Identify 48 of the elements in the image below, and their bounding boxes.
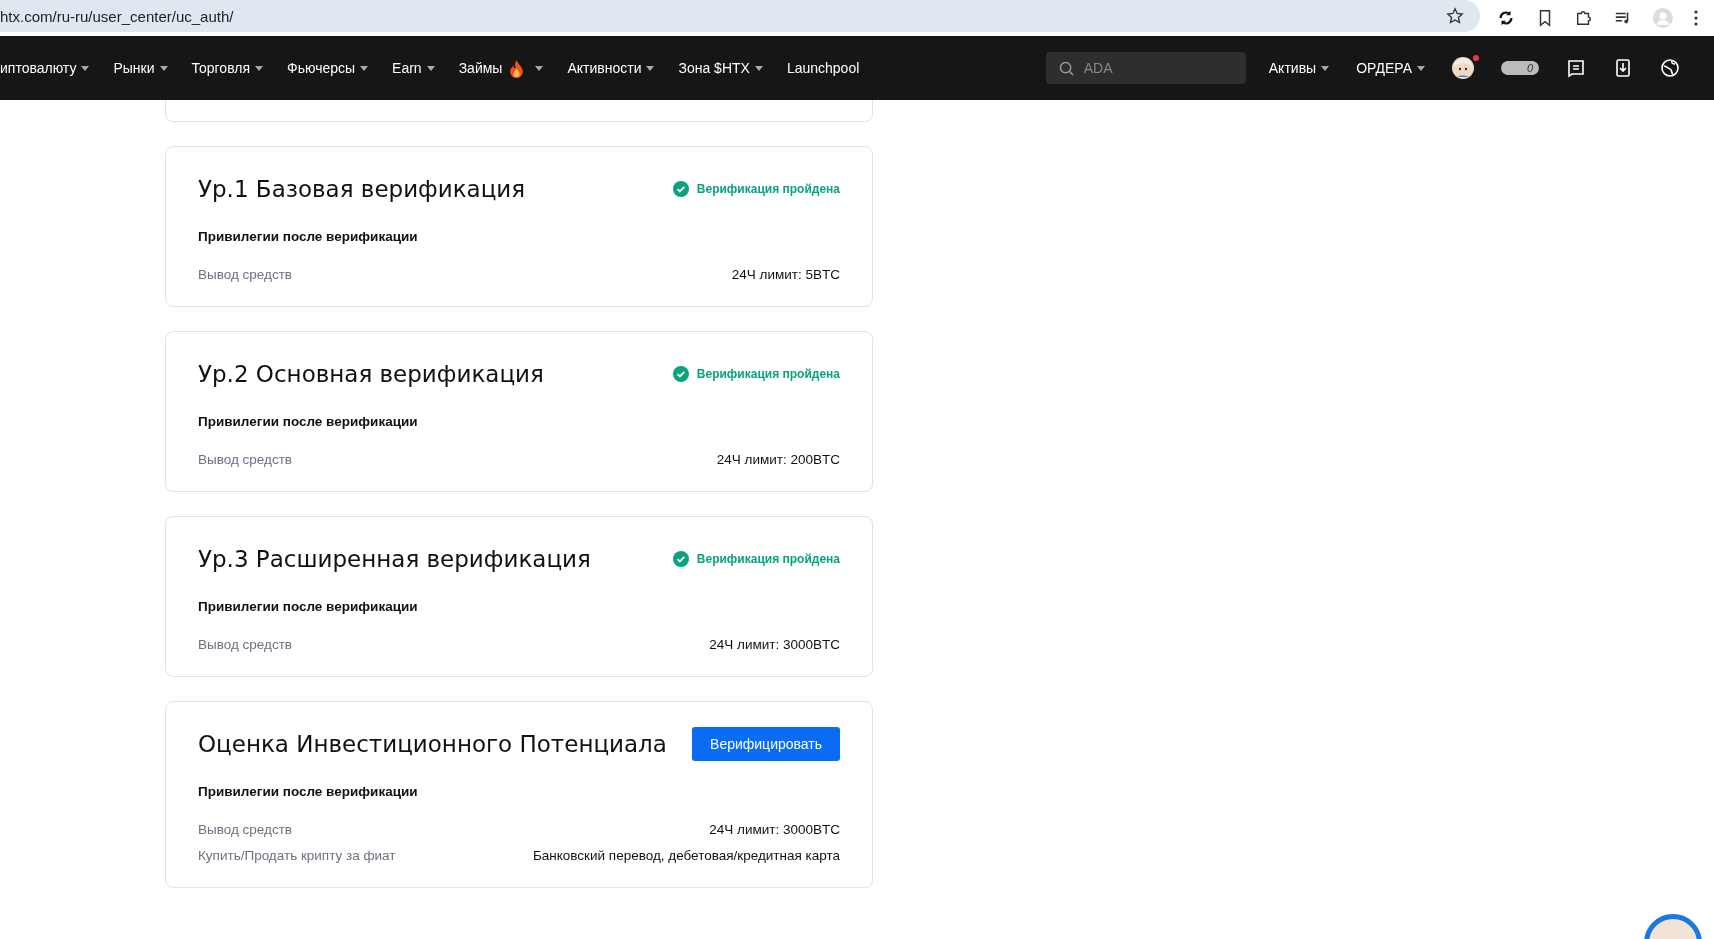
nav-menu-item[interactable]: Займы bbox=[458, 58, 544, 78]
privilege-label: Купить/Продать крипту за фиат bbox=[198, 848, 396, 863]
avatar-icon[interactable] bbox=[1452, 57, 1474, 79]
toggle-switch[interactable]: 0 bbox=[1501, 61, 1539, 75]
more-icon[interactable] bbox=[1693, 10, 1698, 26]
verification-status: Верификация пройдена bbox=[696, 552, 840, 566]
url-text: htx.com/ru-ru/user_center/uc_auth/ bbox=[0, 7, 234, 25]
card-title: Ур.1 Базовая верификация bbox=[198, 176, 526, 202]
privilege-label: Вывод средств bbox=[198, 452, 293, 467]
puzzle-icon[interactable] bbox=[1574, 9, 1593, 27]
card-title: Оценка Инвестиционного Потенциала bbox=[198, 731, 667, 757]
privileges-heading: Привилегии после верификации bbox=[198, 229, 419, 244]
nav-menu-item[interactable]: Зона $HTX bbox=[678, 60, 763, 76]
check-circle-icon bbox=[672, 366, 689, 382]
message-icon[interactable] bbox=[1566, 58, 1586, 78]
privilege-value: Банковский перевод, дебетовая/кредитная карта bbox=[532, 848, 840, 863]
address-bar[interactable]: htx.com/ru-ru/user_center/uc_auth/ bbox=[0, 0, 1480, 32]
verify-button[interactable]: Верифицировать bbox=[692, 727, 840, 761]
privilege-label: Вывод средств bbox=[198, 267, 293, 282]
check-circle-icon bbox=[672, 181, 689, 197]
card-title: Ур.2 Основная верификация bbox=[198, 361, 544, 387]
verification-status: Верификация пройдена bbox=[696, 367, 840, 381]
privileges-heading: Привилегии после верификации bbox=[198, 414, 419, 429]
verification-status: Верификация пройдена bbox=[696, 182, 840, 196]
check-circle-icon bbox=[672, 551, 689, 567]
nav-menu-item[interactable]: Фьючерсы bbox=[287, 60, 369, 76]
privilege-value: 24Ч лимит: 200BTC bbox=[716, 452, 840, 467]
privilege-value: 24Ч лимит: 5BTC bbox=[731, 267, 840, 282]
privileges-heading: Привилегии после верификации bbox=[198, 599, 419, 614]
privilege-label: Вывод средств bbox=[198, 822, 293, 837]
privileges-heading: Привилегии после верификации bbox=[198, 784, 419, 799]
search-icon bbox=[1058, 61, 1074, 76]
search-field[interactable]: ADA bbox=[1045, 52, 1246, 84]
nav-menu-item[interactable]: Торговля bbox=[191, 60, 263, 76]
card-title: Ур.3 Расширенная верификация bbox=[198, 546, 591, 572]
nav-menu-item[interactable]: Активности bbox=[567, 60, 655, 76]
nav-menu-item[interactable]: иптовалюту bbox=[0, 60, 90, 76]
nav-menu-item[interactable]: ОРДЕРА bbox=[1356, 60, 1425, 76]
privilege-value: 24Ч лимит: 3000BTC bbox=[709, 637, 840, 652]
nav-menu-item[interactable]: Рынки bbox=[113, 60, 168, 76]
privilege-label: Вывод средств bbox=[198, 637, 293, 652]
nav-menu-item[interactable]: Активы bbox=[1268, 60, 1330, 76]
nav-menu-item[interactable]: Earn bbox=[392, 60, 435, 76]
download-icon[interactable] bbox=[1613, 58, 1633, 78]
privilege-value: 24Ч лимит: 3000BTC bbox=[709, 822, 840, 837]
star-icon[interactable] bbox=[1446, 7, 1464, 25]
globe-icon[interactable] bbox=[1660, 58, 1680, 78]
nav-menu-item[interactable]: Launchpool bbox=[786, 60, 860, 76]
